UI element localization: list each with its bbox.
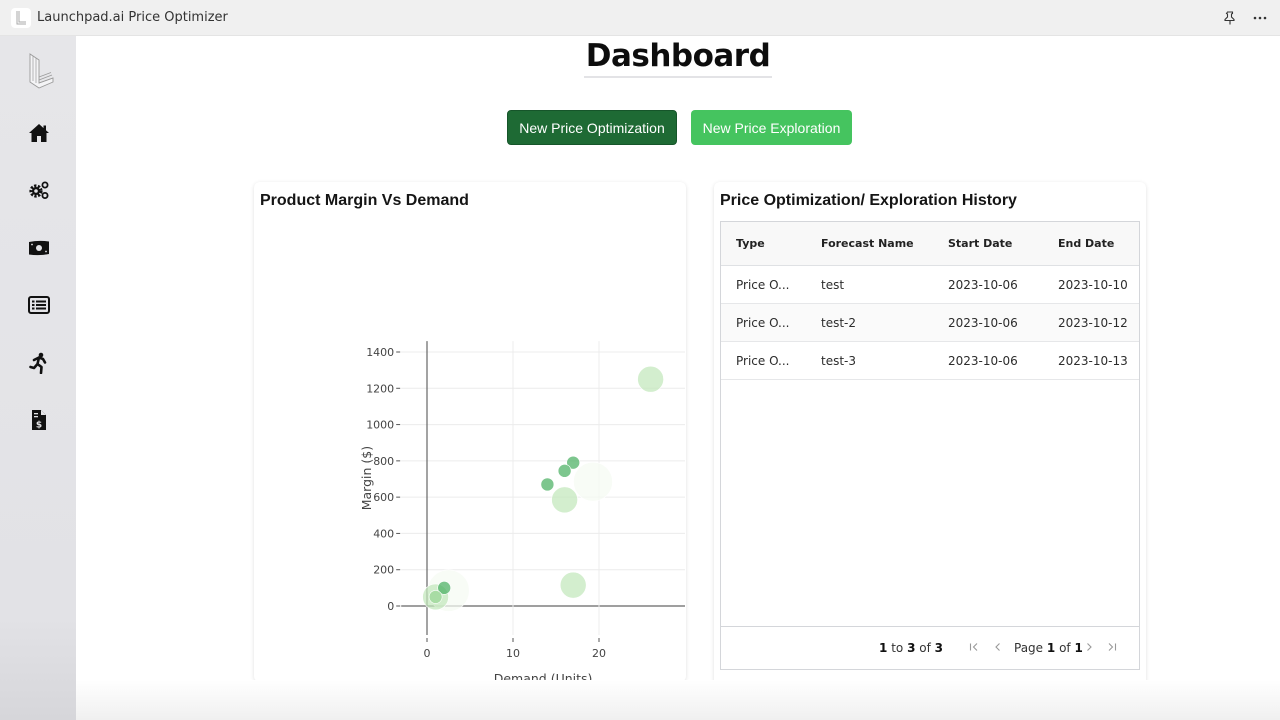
more-horizontal-icon[interactable] bbox=[1252, 10, 1268, 26]
running-person-icon bbox=[29, 352, 47, 374]
sidebar-item-activity[interactable] bbox=[23, 347, 55, 379]
y-tick-label: 1200 bbox=[366, 382, 394, 395]
previous-page-icon[interactable] bbox=[991, 640, 1005, 656]
sidebar-item-settings[interactable] bbox=[23, 174, 55, 206]
y-tick-label: 1400 bbox=[366, 346, 394, 359]
cell-end-date: 2023-10-13 bbox=[1058, 354, 1128, 368]
cell-type: Price O... bbox=[736, 354, 790, 368]
scatter-point bbox=[551, 486, 578, 514]
cell-start-date: 2023-10-06 bbox=[948, 354, 1018, 368]
window-titlebar: Launchpad.ai Price Optimizer bbox=[0, 0, 1280, 36]
column-header-type[interactable]: Type bbox=[736, 222, 765, 266]
last-page-icon[interactable] bbox=[1105, 640, 1119, 656]
table-row[interactable]: Price O... test-3 2023-10-06 2023-10-13 bbox=[721, 342, 1139, 380]
scatter-point bbox=[637, 365, 664, 393]
y-tick-label: 400 bbox=[373, 527, 394, 540]
sidebar-item-pricing[interactable] bbox=[23, 232, 55, 264]
y-axis-label: Margin ($) bbox=[359, 446, 374, 510]
row-count-summary: 1 to 3 of 3 bbox=[879, 641, 944, 655]
app-logo-icon bbox=[11, 7, 31, 28]
column-header-start-date[interactable]: Start Date bbox=[948, 222, 1012, 266]
column-header-end-date[interactable]: End Date bbox=[1058, 222, 1114, 266]
x-tick-label: 20 bbox=[592, 647, 606, 660]
page-indicator: Page 1 of 1 bbox=[1014, 641, 1083, 655]
y-tick-label: 600 bbox=[373, 491, 394, 504]
sidebar-item-invoice[interactable]: $ bbox=[23, 404, 55, 436]
margin-vs-demand-card: Product Margin Vs Demand 0 200 400 600 800 10… bbox=[254, 182, 686, 682]
grid-header: Type Forecast Name Start Date End Date bbox=[721, 222, 1139, 266]
gears-icon bbox=[29, 181, 49, 199]
sidebar-item-home[interactable] bbox=[23, 117, 55, 149]
svg-text:$: $ bbox=[36, 421, 42, 431]
cell-forecast-name: test bbox=[821, 278, 845, 292]
y-tick-label: 200 bbox=[373, 564, 394, 577]
y-tick-label: 1000 bbox=[366, 419, 394, 432]
new-price-optimization-button[interactable]: New Price Optimization bbox=[507, 110, 677, 145]
window-title: Launchpad.ai Price Optimizer bbox=[37, 10, 228, 25]
sidebar: $ bbox=[0, 36, 76, 720]
x-tick-label: 10 bbox=[506, 647, 520, 660]
cell-type: Price O... bbox=[736, 278, 790, 292]
bottom-fade bbox=[76, 680, 1280, 720]
table-row[interactable]: Price O... test 2023-10-06 2023-10-10 bbox=[721, 266, 1139, 304]
cell-type: Price O... bbox=[736, 316, 790, 330]
sidebar-item-list[interactable] bbox=[23, 289, 55, 321]
page-title: Dashboard bbox=[76, 38, 1280, 78]
cell-start-date: 2023-10-06 bbox=[948, 316, 1018, 330]
launchpad-logo[interactable] bbox=[27, 52, 55, 90]
cell-forecast-name: test-3 bbox=[821, 354, 857, 368]
cell-end-date: 2023-10-12 bbox=[1058, 316, 1128, 330]
home-icon bbox=[29, 124, 49, 142]
cell-forecast-name: test-2 bbox=[821, 316, 857, 330]
y-tick-label: 800 bbox=[373, 455, 394, 468]
x-tick-label: 0 bbox=[424, 647, 431, 660]
money-bill-icon bbox=[29, 240, 49, 256]
history-grid: Type Forecast Name Start Date End Date P… bbox=[720, 221, 1140, 670]
page-title-text: Dashboard bbox=[583, 38, 773, 78]
history-card: Price Optimization/ Exploration History … bbox=[714, 182, 1146, 696]
y-tick-label: 0 bbox=[387, 600, 394, 613]
history-card-title: Price Optimization/ Exploration History bbox=[720, 192, 1017, 209]
next-page-icon[interactable] bbox=[1082, 640, 1096, 656]
scatter-point bbox=[557, 464, 572, 478]
main-content: Dashboard New Price Optimization New Pri… bbox=[76, 36, 1280, 720]
pagination-bar: 1 to 3 of 3 Page 1 of 1 bbox=[721, 626, 1139, 669]
new-price-exploration-button[interactable]: New Price Exploration bbox=[691, 110, 852, 145]
scatter-point bbox=[428, 590, 443, 604]
scatter-point bbox=[573, 461, 613, 502]
first-page-icon[interactable] bbox=[967, 640, 981, 656]
list-icon bbox=[28, 296, 50, 314]
scatter-point bbox=[559, 571, 587, 599]
pin-icon[interactable] bbox=[1222, 10, 1238, 26]
scatter-point bbox=[540, 477, 555, 492]
invoice-dollar-icon: $ bbox=[32, 410, 46, 431]
table-row[interactable]: Price O... test-2 2023-10-06 2023-10-12 bbox=[721, 304, 1139, 342]
column-header-forecast-name[interactable]: Forecast Name bbox=[821, 222, 914, 266]
margin-vs-demand-chart[interactable]: 02004006008001000120014000 10 20Demand (Un… bbox=[254, 182, 686, 682]
cell-end-date: 2023-10-10 bbox=[1058, 278, 1128, 292]
cell-start-date: 2023-10-06 bbox=[948, 278, 1018, 292]
